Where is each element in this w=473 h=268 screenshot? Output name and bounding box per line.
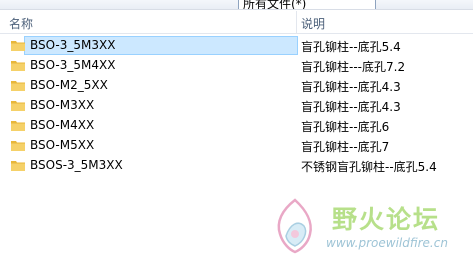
column-divider[interactable] — [296, 11, 297, 33]
folder-icon — [11, 41, 25, 51]
file-description: 盲孔铆柱--底孔4.3 — [301, 80, 401, 94]
file-name: BSO-M3XX — [30, 98, 95, 112]
file-row[interactable]: BSO-M3XX 盲孔铆柱--底孔4.3 — [0, 96, 473, 115]
folder-icon — [11, 161, 25, 171]
file-description: 盲孔铆柱--底孔7 — [301, 140, 390, 154]
file-description: 盲孔铆柱--底孔5.4 — [301, 40, 401, 54]
file-description: 不锈钢盲孔铆柱--底孔5.4 — [301, 160, 437, 174]
file-type-filter[interactable]: 所有文件(*) — [238, 0, 376, 9]
file-row[interactable]: BSO-M5XX 盲孔铆柱--底孔7 — [0, 136, 473, 155]
folder-icon — [11, 61, 25, 71]
toolbar: 所有文件(*) — [0, 0, 473, 10]
watermark: 野火论坛 www.proewildfire.cn — [258, 196, 473, 268]
watermark-url: www.proewildfire.cn — [326, 236, 448, 250]
file-description: 盲孔铆柱--底孔6 — [301, 120, 390, 134]
flame-logo-icon — [277, 198, 312, 254]
file-name: BSO-M5XX — [30, 138, 95, 152]
file-row[interactable]: BSOS-3_5M3XX 不锈钢盲孔铆柱--底孔5.4 — [0, 156, 473, 175]
file-name: BSO-M2_5XX — [30, 78, 108, 92]
column-header-description[interactable]: 说明 — [301, 15, 325, 32]
file-description: 盲孔铆柱--底孔4.3 — [301, 100, 401, 114]
column-headers: 名称 说明 — [0, 11, 473, 34]
watermark-title: 野火论坛 — [332, 205, 441, 234]
file-name: BSO-M4XX — [30, 118, 95, 132]
column-header-name[interactable]: 名称 — [9, 15, 33, 32]
file-row[interactable]: BSO-3_5M3XX 盲孔铆柱--底孔5.4 — [0, 36, 473, 55]
file-row[interactable]: BSO-3_5M4XX 盲孔铆柱---底孔7.2 — [0, 56, 473, 75]
file-name: BSOS-3_5M3XX — [30, 158, 123, 172]
file-name: BSO-3_5M4XX — [30, 58, 116, 72]
folder-icon — [11, 81, 25, 91]
file-row[interactable]: BSO-M2_5XX 盲孔铆柱--底孔4.3 — [0, 76, 473, 95]
folder-icon — [11, 141, 25, 151]
folder-icon — [11, 121, 25, 131]
file-row[interactable]: BSO-M4XX 盲孔铆柱--底孔6 — [0, 116, 473, 135]
file-name: BSO-3_5M3XX — [30, 38, 116, 52]
folder-icon — [11, 101, 25, 111]
file-description: 盲孔铆柱---底孔7.2 — [301, 60, 406, 74]
